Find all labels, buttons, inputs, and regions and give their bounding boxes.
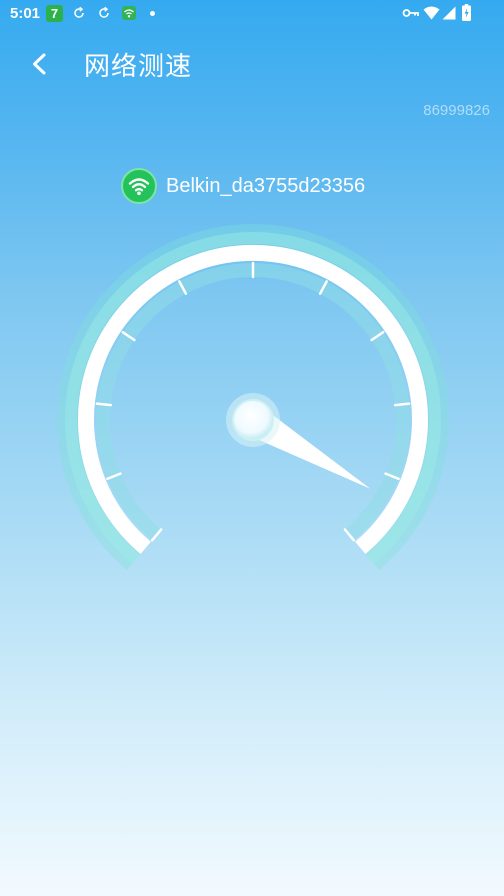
gauge-tick xyxy=(393,402,411,407)
gauge-hub xyxy=(232,399,274,441)
speed-gauge xyxy=(57,223,449,571)
gauge-tick xyxy=(95,402,113,407)
